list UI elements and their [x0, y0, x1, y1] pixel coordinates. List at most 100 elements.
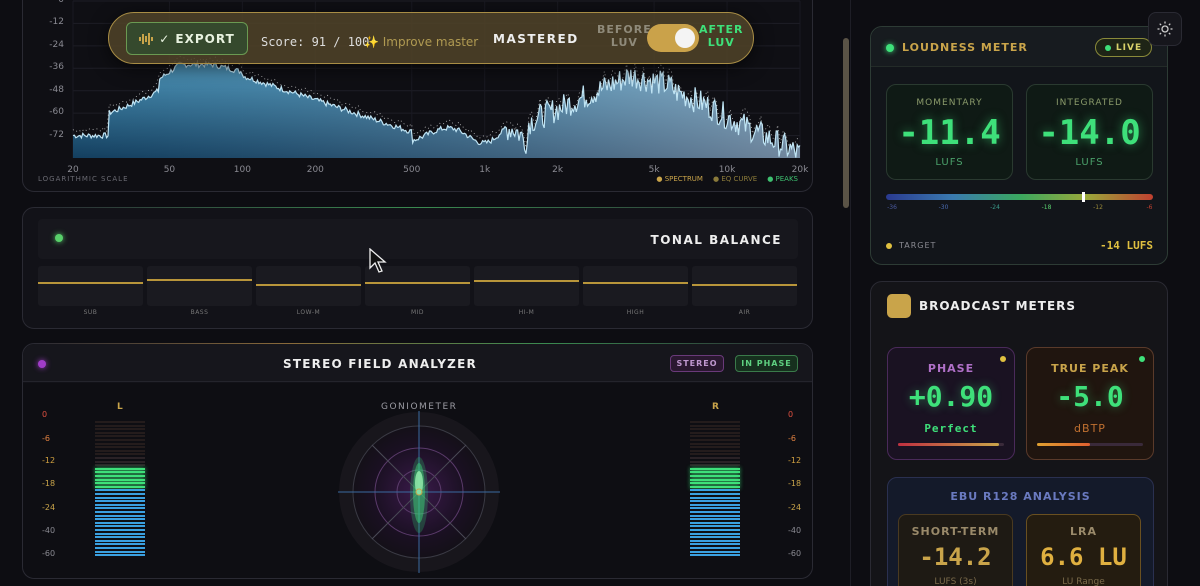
meter-segment [690, 421, 740, 423]
right-channel-label: R [712, 402, 719, 412]
meter-segment [690, 496, 740, 499]
loudness-title: LOUDNESS METER [902, 41, 1028, 54]
meter-segment [95, 482, 145, 485]
meter-segment [690, 475, 740, 477]
phase-bar [898, 443, 1004, 446]
meter-segment [690, 554, 740, 557]
live-dot [1104, 44, 1111, 51]
before-after-toggle[interactable] [647, 24, 699, 52]
x-tick-label: 5k [648, 165, 660, 175]
meter-segment [95, 478, 145, 481]
stereo-mode-badge: STEREO [670, 355, 724, 372]
meter-segment [690, 424, 740, 427]
meter-segment [95, 547, 145, 549]
loudness-scale-bar [886, 194, 1153, 200]
export-label: ✓ EXPORT [159, 31, 235, 46]
status-dot [55, 234, 63, 242]
meter-segment [690, 449, 740, 452]
meter-segment [95, 428, 145, 431]
status-dot [886, 44, 894, 52]
spectrum-legend: ● SPECTRUM ● EQ CURVE ● PEAKS [656, 175, 798, 183]
meter-segment [95, 518, 145, 521]
meter-segment [95, 511, 145, 513]
loudness-header: LOUDNESS METER LIVE [871, 27, 1167, 67]
meter-segment [690, 431, 740, 434]
master-toolbar: ✓ EXPORT Score: 91 / 100 ✨ Improve maste… [108, 12, 754, 64]
y-tick-label: -60 [49, 107, 64, 118]
meter-segment [95, 493, 145, 495]
cursor-arrow-icon [369, 248, 387, 273]
band-label: SUB [83, 309, 98, 316]
db-scale-label: 0 [788, 410, 794, 419]
db-scale-label: -18 [788, 479, 802, 488]
db-scale-label: -24 [788, 503, 802, 512]
phase-sub: Perfect [924, 422, 978, 435]
meter-segment [95, 435, 145, 438]
db-scale-label: 0 [42, 410, 48, 419]
meter-segment [95, 500, 145, 503]
meter-segment [690, 439, 740, 441]
meter-segment [95, 525, 145, 528]
band-label: BASS [190, 309, 209, 316]
x-tick-label: 1k [479, 165, 491, 175]
band-label: AIR [738, 309, 751, 316]
meter-segment [95, 421, 145, 423]
meter-segment [95, 457, 145, 459]
spectrum-area-tint [73, 61, 800, 158]
db-scale-label: -60 [788, 549, 802, 558]
ebu-r128-panel: EBU R128 ANALYSIS SHORT-TERM -14.2 LUFS … [887, 477, 1154, 586]
y-tick-label: -24 [49, 39, 64, 50]
phase-bar-fill [898, 443, 999, 446]
meter-segment [690, 471, 740, 474]
x-tick-label: 100 [233, 165, 251, 175]
x-tick-label: 20 [67, 165, 79, 175]
meter-segment [95, 424, 145, 427]
band-label: HI-M [518, 309, 535, 316]
true-peak-bar [1037, 443, 1143, 446]
meter-segment [690, 493, 740, 495]
main-scrollbar[interactable] [843, 38, 849, 208]
before-luv-label[interactable]: BEFORE LUV [597, 23, 652, 49]
improve-master-button[interactable]: ✨ Improve master [364, 35, 478, 49]
live-label: LIVE [1115, 42, 1143, 53]
after-luv-label[interactable]: AFTER LUV [699, 23, 744, 49]
after-line1: AFTER [699, 23, 744, 36]
meter-segment [690, 485, 740, 488]
meter-segment [95, 464, 145, 467]
legend-peaks: ● PEAKS [767, 175, 798, 183]
meter-segment [690, 525, 740, 528]
meter-segment [690, 543, 740, 546]
live-badge: LIVE [1095, 38, 1152, 57]
panel-glow-line [33, 207, 802, 208]
loudness-scale-tick: -24 [990, 204, 1000, 211]
meter-segment [690, 529, 740, 531]
short-term-readout: SHORT-TERM -14.2 LUFS (3s) [898, 514, 1013, 586]
phase-readout: PHASE +0.90 Perfect [887, 347, 1015, 460]
meter-segment [95, 460, 145, 463]
true-peak-unit: dBTP [1074, 422, 1106, 435]
meter-segment [95, 453, 145, 456]
legend-eq-curve: ● EQ CURVE [712, 175, 758, 183]
momentary-value: -11.4 [898, 113, 1001, 153]
meter-segment [95, 539, 145, 542]
meter-segment [690, 467, 740, 470]
theme-toggle-button[interactable] [1148, 12, 1182, 46]
meter-segment [95, 446, 145, 449]
meter-segment [95, 554, 145, 557]
scale-label: LOGARITHMIC SCALE [38, 175, 129, 183]
x-tick-label: 20k [791, 165, 809, 175]
meter-segment [95, 550, 145, 553]
db-scale-label: -24 [42, 503, 56, 512]
meter-segment [95, 521, 145, 524]
x-tick-label: 200 [306, 165, 324, 175]
meter-segment [690, 536, 740, 539]
x-tick-label: 50 [163, 165, 176, 175]
band-sub [38, 266, 143, 306]
band-level-line [474, 280, 579, 283]
stereo-header: STEREO FIELD ANALYZER STEREO IN PHASE [23, 344, 812, 382]
meter-segment [690, 482, 740, 485]
band-level-line [147, 278, 252, 281]
export-button[interactable]: ✓ EXPORT [126, 22, 248, 55]
meter-segment [690, 489, 740, 492]
integrated-readout: INTEGRATED -14.0 LUFS [1026, 84, 1153, 180]
